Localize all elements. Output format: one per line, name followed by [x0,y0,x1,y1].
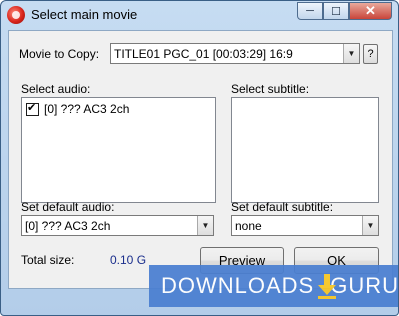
default-subtitle-value: none [235,219,262,233]
app-icon [7,6,25,24]
help-button[interactable]: ? [363,44,378,64]
total-size-label: Total size: [21,253,75,267]
chevron-down-icon[interactable]: ▼ [197,216,213,235]
default-audio-select[interactable]: [0] ??? AC3 2ch ▼ [21,215,214,236]
set-default-audio-label: Set default audio: [21,200,115,214]
subtitle-listbox[interactable] [231,97,379,203]
set-default-subtitle-label: Set default subtitle: [231,200,334,214]
check-icon[interactable] [26,101,39,116]
audio-listbox[interactable]: [0] ??? AC3 2ch [21,97,216,203]
select-subtitle-label: Select subtitle: [231,82,310,96]
movie-to-copy-label: Movie to Copy: [19,47,100,61]
title-bar[interactable]: Select main movie ─ ☐ ✕ [1,1,398,29]
audio-list-item[interactable]: [0] ??? AC3 2ch [26,101,130,116]
chevron-down-icon[interactable]: ▼ [343,44,359,63]
watermark-text: DOWNLOADS [161,273,315,298]
default-audio-value: [0] ??? AC3 2ch [25,219,111,233]
chevron-down-icon[interactable]: ▼ [362,216,378,235]
default-subtitle-select[interactable]: none ▼ [231,215,379,236]
window-title: Select main movie [31,7,138,22]
audio-item-label: [0] ??? AC3 2ch [44,102,130,116]
dialog-client-area: Movie to Copy: TITLE01 PGC_01 [00:03:29]… [8,30,393,289]
window-controls: ─ ☐ ✕ [297,2,392,21]
minimize-button[interactable]: ─ [297,2,323,20]
maximize-button[interactable]: ☐ [323,2,349,20]
close-button[interactable]: ✕ [349,2,392,20]
download-arrow-icon [317,273,337,299]
movie-select-value: TITLE01 PGC_01 [00:03:29] 16:9 [114,47,293,61]
dialog-window: Select main movie ─ ☐ ✕ Movie to Copy: T… [0,0,399,316]
movie-select[interactable]: TITLE01 PGC_01 [00:03:29] 16:9 ▼ [110,43,360,64]
total-size-value: 0.10 G [110,253,147,267]
select-audio-label: Select audio: [21,82,91,96]
watermark-logo: DOWNLOADS .GURU [149,265,398,307]
